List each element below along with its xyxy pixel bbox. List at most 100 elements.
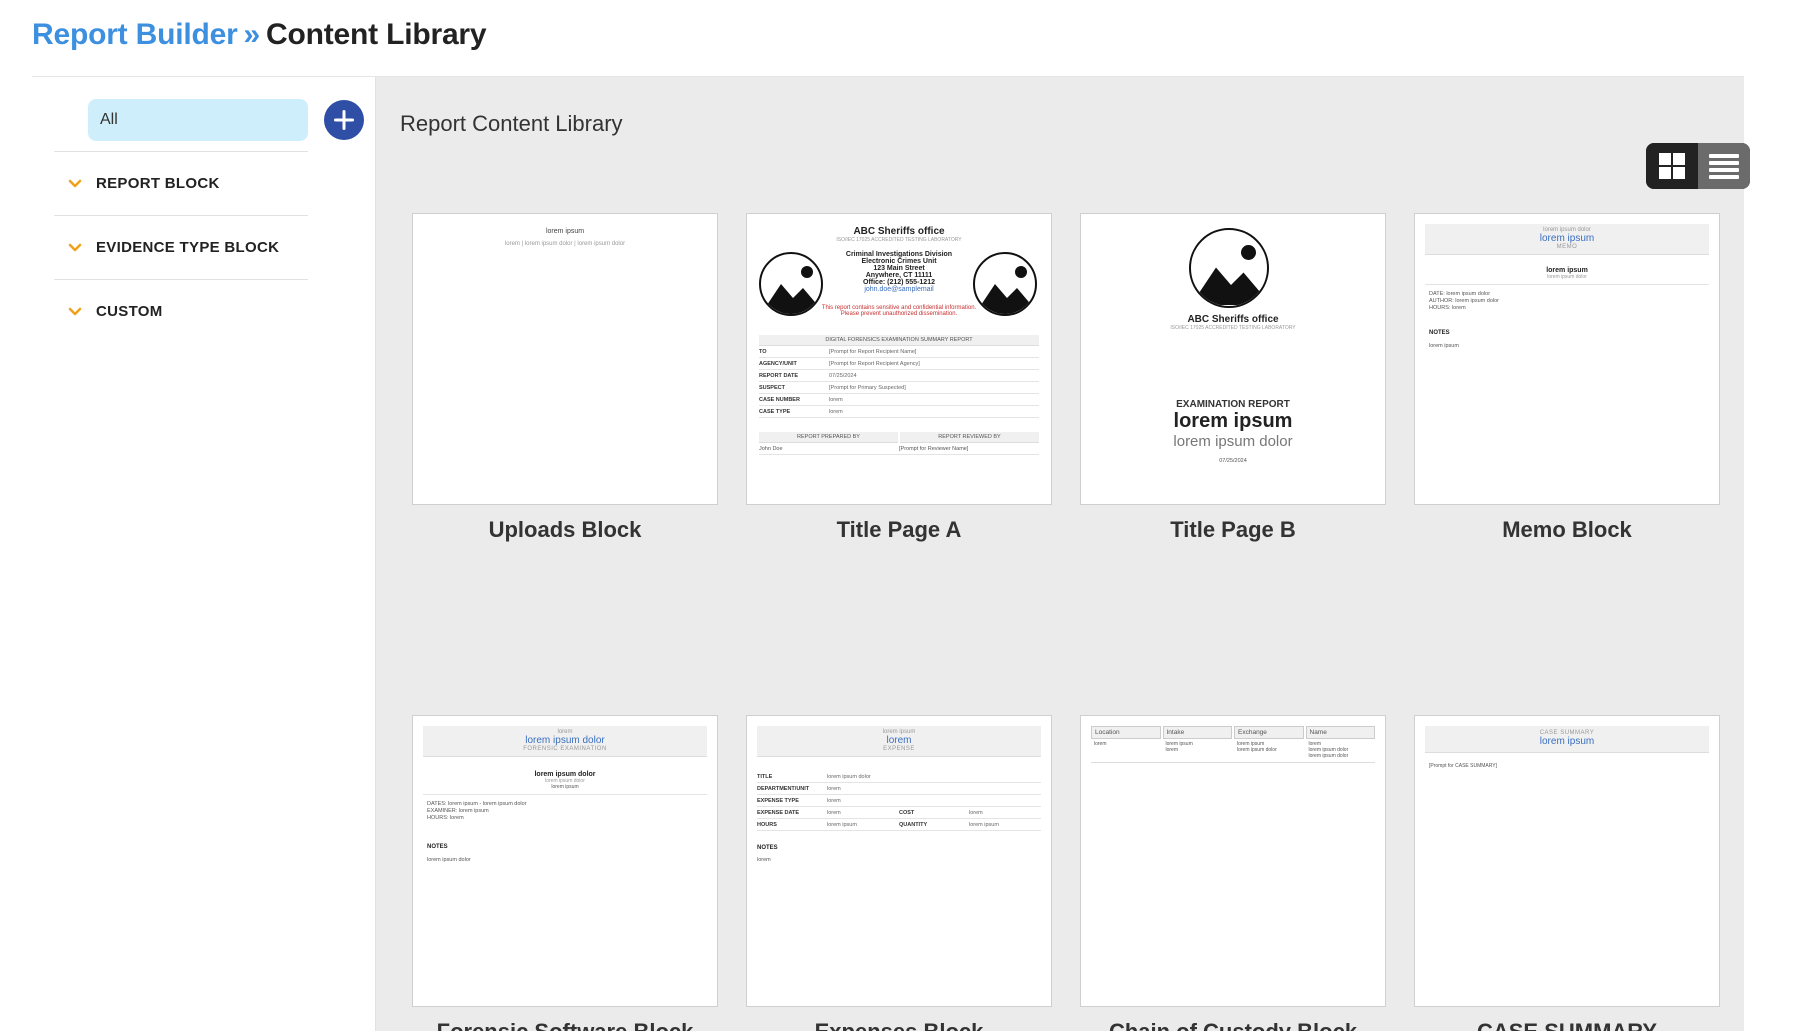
- preview-accreditation: ISO/IEC 17025 ACCREDITED TESTING LABORAT…: [1170, 325, 1296, 331]
- preview-preparer: John Doe: [759, 445, 783, 452]
- thumbnail-preview: ABC Sheriffs office ISO/IEC 17025 ACCRED…: [1081, 214, 1385, 504]
- row-key: AGENCY/UNIT: [759, 360, 797, 367]
- add-category-button[interactable]: [324, 100, 364, 140]
- content-card-forensic-software-block[interactable]: lorem lorem ipsum dolor FORENSIC EXAMINA…: [412, 715, 718, 1031]
- category-label: EVIDENCE TYPE BLOCK: [96, 239, 280, 256]
- preview-subtitle: lorem ipsum: [423, 784, 707, 795]
- preview-cell: lorem lorem ipsum dolor lorem ipsum dolo…: [1308, 741, 1349, 759]
- preview-title: lorem ipsum: [545, 228, 585, 235]
- card-label: Chain of Custody Block: [1080, 1019, 1386, 1031]
- content-card-uploads-block[interactable]: lorem ipsum lorem | lorem ipsum dolor | …: [412, 213, 718, 543]
- preview-prompt: [Prompt for CASE SUMMARY]: [1429, 763, 1497, 769]
- grid-view-button[interactable]: [1646, 143, 1698, 189]
- content-card-title-page-b[interactable]: ABC Sheriffs office ISO/IEC 17025 ACCRED…: [1080, 213, 1386, 543]
- breadcrumb-current: Content Library: [266, 18, 487, 51]
- category-item-evidence-type-block[interactable]: EVIDENCE TYPE BLOCK: [54, 215, 308, 279]
- content-card-case-summary[interactable]: CASE SUMMARY lorem ipsum [Prompt for CAS…: [1414, 715, 1720, 1031]
- thumbnail-preview: lorem lorem ipsum dolor FORENSIC EXAMINA…: [413, 716, 717, 1006]
- preview-header-bar: CASE SUMMARY lorem ipsum: [1425, 726, 1709, 753]
- card-thumbnail: lorem ipsum lorem | lorem ipsum dolor | …: [412, 213, 718, 505]
- preview-row: TITLE lorem ipsum dolor: [757, 771, 1041, 783]
- chevron-down-icon: [54, 179, 96, 189]
- preview-notes-label: NOTES: [427, 844, 448, 850]
- preview-row: CASE NUMBER lorem: [759, 394, 1039, 406]
- row-value: lorem: [827, 797, 841, 804]
- content-card-chain-of-custody-block[interactable]: Location Intake Exchange Name lorem lore…: [1080, 715, 1386, 1031]
- card-label: Title Page A: [836, 517, 962, 542]
- thumbnail-preview: CASE SUMMARY lorem ipsum [Prompt for CAS…: [1415, 716, 1719, 1006]
- card-thumbnail: lorem ipsum dolor lorem ipsum MEMO lorem…: [1414, 213, 1720, 505]
- card-thumbnail: CASE SUMMARY lorem ipsum [Prompt for CAS…: [1414, 715, 1720, 1007]
- thumbnail-preview: Location Intake Exchange Name lorem lore…: [1081, 716, 1385, 1006]
- preview-header-cell: Exchange: [1234, 726, 1304, 739]
- preview-cell: lorem ipsum lorem: [1165, 741, 1193, 753]
- preview-header-cell: Intake: [1162, 726, 1232, 739]
- row-key: CASE TYPE: [759, 408, 791, 415]
- category-sidebar: All REPORT BLOCK EVIDENCE TYPE BLOCK CUS…: [32, 77, 376, 1031]
- preview-accreditation: ISO/IEC 17025 ACCREDITED TESTING LABORAT…: [836, 237, 962, 243]
- content-card-expenses-block[interactable]: lorem ipsum lorem EXPENSE TITLE lorem ips…: [746, 715, 1052, 1031]
- row-value: [Prompt for Primary Suspected]: [829, 384, 906, 391]
- preview-big-title: lorem ipsum: [1173, 410, 1293, 432]
- chevron-down-icon: [54, 307, 96, 317]
- list-view-button[interactable]: [1698, 143, 1750, 189]
- row-value: lorem: [827, 785, 841, 792]
- row-key: QUANTITY: [899, 821, 928, 828]
- row-key: TO: [759, 348, 767, 355]
- row-key: DEPARTMENT/UNIT: [757, 785, 810, 792]
- preview-subtitle: lorem ipsum dolor: [1425, 274, 1709, 285]
- row-value: lorem ipsum: [969, 821, 999, 828]
- preview-kind: FORENSIC EXAMINATION: [523, 746, 607, 752]
- preview-expense-table: TITLE lorem ipsum dolor DEPARTMENT/UNIT lo…: [757, 771, 1041, 863]
- content-card-memo-block[interactable]: lorem ipsum dolor lorem ipsum MEMO lorem…: [1414, 213, 1720, 543]
- row-value: 07/25/2024: [829, 372, 857, 379]
- preview-kind: MEMO: [1556, 244, 1578, 250]
- row-key: EXPENSE TYPE: [757, 797, 799, 804]
- preview-subtitle: lorem ipsum dolor: [1173, 433, 1293, 450]
- preview-row: REPORT DATE 07/25/2024: [759, 370, 1039, 382]
- preview-heading: EXAMINATION REPORT: [1176, 399, 1290, 410]
- preview-cell: lorem: [1094, 741, 1107, 747]
- chevron-down-icon: [54, 243, 96, 253]
- card-label: Memo Block: [1502, 517, 1632, 542]
- preview-title: lorem ipsum dolor: [525, 735, 605, 746]
- card-thumbnail: ABC Sheriffs office ISO/IEC 17025 ACCRED…: [1080, 213, 1386, 505]
- category-item-custom[interactable]: CUSTOM: [54, 279, 308, 343]
- preview-header-cell: Name: [1305, 726, 1375, 739]
- card-thumbnail: lorem ipsum lorem EXPENSE TITLE lorem ips…: [746, 715, 1052, 1007]
- library-frame: All REPORT BLOCK EVIDENCE TYPE BLOCK CUS…: [32, 76, 1750, 1031]
- row-key: EXPENSE DATE: [757, 809, 800, 816]
- breadcrumb-report-builder-link[interactable]: Report Builder: [32, 18, 238, 51]
- category-item-report-block[interactable]: REPORT BLOCK: [54, 151, 308, 215]
- preview-title: lorem ipsum: [1539, 233, 1595, 244]
- category-label: REPORT BLOCK: [96, 175, 220, 192]
- card-thumbnail: Location Intake Exchange Name lorem lore…: [1080, 715, 1386, 1007]
- row-key: COST: [899, 809, 915, 816]
- preview-hours: HOURS: lorem: [1429, 305, 1466, 311]
- view-toggle: [1646, 143, 1750, 189]
- card-label: Uploads Block: [488, 517, 642, 542]
- row-value: [Prompt for Report Recipient Agency]: [829, 360, 920, 367]
- row-key: HOURS: [757, 821, 777, 828]
- preview-hours: HOURS: lorem: [427, 815, 464, 821]
- preview-row: HOURS lorem ipsum QUANTITY lorem ipsum: [757, 819, 1041, 831]
- preview-header-bar: lorem ipsum dolor lorem ipsum MEMO: [1425, 224, 1709, 255]
- preview-row: EXPENSE DATE lorem COST lorem: [757, 807, 1041, 819]
- thumbnail-preview: lorem ipsum lorem | lorem ipsum dolor | …: [413, 214, 717, 504]
- preview-reviewed-by: REPORT REVIEWED BY: [900, 432, 1039, 443]
- filter-all-button[interactable]: All: [88, 99, 308, 141]
- preview-reviewer: [Prompt for Reviewer Name]: [899, 445, 969, 452]
- preview-name: lorem ipsum dolor: [534, 771, 596, 778]
- row-key: SUSPECT: [759, 384, 785, 391]
- preview-section-title: DIGITAL FORENSICS EXAMINATION SUMMARY RE…: [759, 335, 1039, 346]
- category-label: CUSTOM: [96, 303, 163, 320]
- card-thumbnail: lorem lorem ipsum dolor FORENSIC EXAMINA…: [412, 715, 718, 1007]
- preview-org: ABC Sheriffs office: [1187, 314, 1279, 325]
- list-icon: [1709, 154, 1739, 179]
- preview-kind: EXPENSE: [883, 746, 915, 752]
- preview-title: lorem ipsum: [1539, 736, 1595, 747]
- content-card-title-page-a[interactable]: ABC Sheriffs office ISO/IEC 17025 ACCRED…: [746, 213, 1052, 543]
- row-value: [Prompt for Report Recipient Name]: [829, 348, 917, 355]
- card-label: Title Page B: [1170, 517, 1296, 542]
- content-library-page: Report Builder» Content Library All REPOR…: [0, 0, 1798, 1031]
